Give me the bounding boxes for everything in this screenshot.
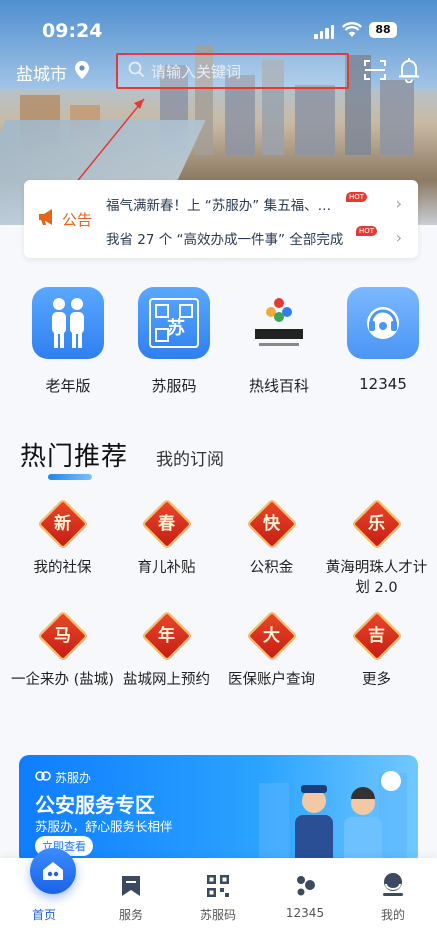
service-label: 黄海明珠人才计划 2.0 <box>325 560 428 596</box>
search-placeholder: 请输入关键词 <box>151 62 242 81</box>
wifi-icon <box>341 22 363 42</box>
city-selector[interactable]: 盐城市 <box>16 60 89 85</box>
notice-card: 公告 福气满新春！上 “苏服办” 集五福、… HOT › 我省 27 个 “高效… <box>24 180 418 258</box>
tab-home[interactable]: 首页 <box>9 848 79 923</box>
service-item[interactable]: 大 医保账户查询 <box>219 610 324 690</box>
festive-diamond-icon: 大 <box>246 610 297 662</box>
service-item[interactable]: 春 育儿补贴 <box>114 498 219 578</box>
chevron-right-icon[interactable]: › <box>396 228 402 247</box>
service-item[interactable]: 年 盐城网上预约 <box>114 610 219 690</box>
hot-badge: HOT <box>346 192 368 202</box>
signal-icon <box>314 24 334 43</box>
tab-active-indicator <box>48 474 92 480</box>
quick-entry-wiki[interactable]: 热线百科 <box>243 287 315 396</box>
festive-diamond-icon: 春 <box>141 498 192 550</box>
service-label: 育儿补贴 <box>137 560 196 576</box>
banner-subtitle: 苏服办，舒心服务长相伴 <box>35 819 173 834</box>
status-time: 09:24 <box>42 20 103 42</box>
hotline-wiki-logo <box>243 287 315 359</box>
festive-diamond-icon: 年 <box>141 610 192 662</box>
quick-entry-12345[interactable]: 12345 <box>347 287 419 393</box>
festive-diamond-icon: 快 <box>246 498 297 550</box>
scan-icon[interactable] <box>363 58 387 86</box>
tab-hot-recommend[interactable]: 热门推荐 <box>20 436 128 473</box>
banner-title: 公安服务专区 <box>35 793 155 817</box>
service-label: 更多 <box>362 672 391 688</box>
quick-entry-code[interactable]: 苏 苏服码 <box>138 287 210 396</box>
hot-badge: HOT <box>356 226 378 236</box>
chevron-right-icon[interactable]: › <box>396 194 402 213</box>
service-item[interactable]: 吉 更多 <box>324 610 429 690</box>
battery-indicator: 88 <box>369 22 397 38</box>
home-icon <box>30 848 76 894</box>
festive-diamond-icon: 新 <box>37 498 88 550</box>
elderly-couple-icon <box>32 287 104 359</box>
qr-code-icon: 苏 <box>138 287 210 359</box>
bell-icon[interactable] <box>398 57 420 87</box>
tab-12345[interactable]: 12345 <box>270 866 340 920</box>
quick-entry-elderly[interactable]: 老年版 <box>32 287 104 396</box>
service-item[interactable]: 马 一企来办 (盐城) <box>10 610 115 690</box>
section-tabs: 热门推荐 我的订阅 <box>20 436 224 473</box>
qr-code-icon <box>183 866 253 898</box>
tab-my-subscription[interactable]: 我的订阅 <box>156 445 224 470</box>
headset-icon <box>347 287 419 359</box>
quick-entry-label: 12345 <box>359 375 407 393</box>
service-label: 一企来办 (盐城) <box>11 672 114 688</box>
police-service-banner[interactable]: 苏服办 公安服务专区 苏服办，舒心服务长相伴 立即查看 <box>19 755 418 865</box>
person-icon <box>358 866 428 898</box>
status-bar: 09:24 88 <box>0 0 437 58</box>
megaphone-icon <box>38 208 58 230</box>
search-input[interactable]: 请输入关键词 <box>116 53 349 89</box>
tab-mine[interactable]: 我的 <box>358 866 428 923</box>
quick-entry-label: 热线百科 <box>248 377 309 395</box>
bottom-tab-bar: 首页 服务 苏服码 12345 我的 <box>0 848 437 948</box>
location-pin-icon <box>75 61 89 84</box>
banner-brand: 苏服办 <box>35 769 91 786</box>
service-item[interactable]: 快 公积金 <box>219 498 324 578</box>
tab-su-code[interactable]: 苏服码 <box>183 866 253 923</box>
bookmark-icon <box>96 866 166 898</box>
festive-diamond-icon: 马 <box>37 610 88 662</box>
search-icon <box>128 61 145 82</box>
service-label: 公积金 <box>249 560 294 576</box>
service-label: 医保账户查询 <box>228 672 315 688</box>
service-label: 我的社保 <box>33 560 92 576</box>
festive-diamond-icon: 吉 <box>351 610 402 662</box>
quick-entry-label: 老年版 <box>45 377 91 395</box>
dots-icon <box>270 866 340 898</box>
city-name: 盐城市 <box>16 65 67 85</box>
police-illustration <box>259 763 409 865</box>
brand-logo-icon <box>35 770 51 785</box>
tab-services[interactable]: 服务 <box>96 866 166 923</box>
quick-entry-label: 苏服码 <box>151 377 197 395</box>
festive-diamond-icon: 乐 <box>351 498 402 550</box>
service-item[interactable]: 乐 黄海明珠人才计划 2.0 <box>324 498 429 598</box>
service-label: 盐城网上预约 <box>123 672 210 688</box>
service-item[interactable]: 新 我的社保 <box>10 498 115 578</box>
notice-label: 公告 <box>38 208 92 230</box>
